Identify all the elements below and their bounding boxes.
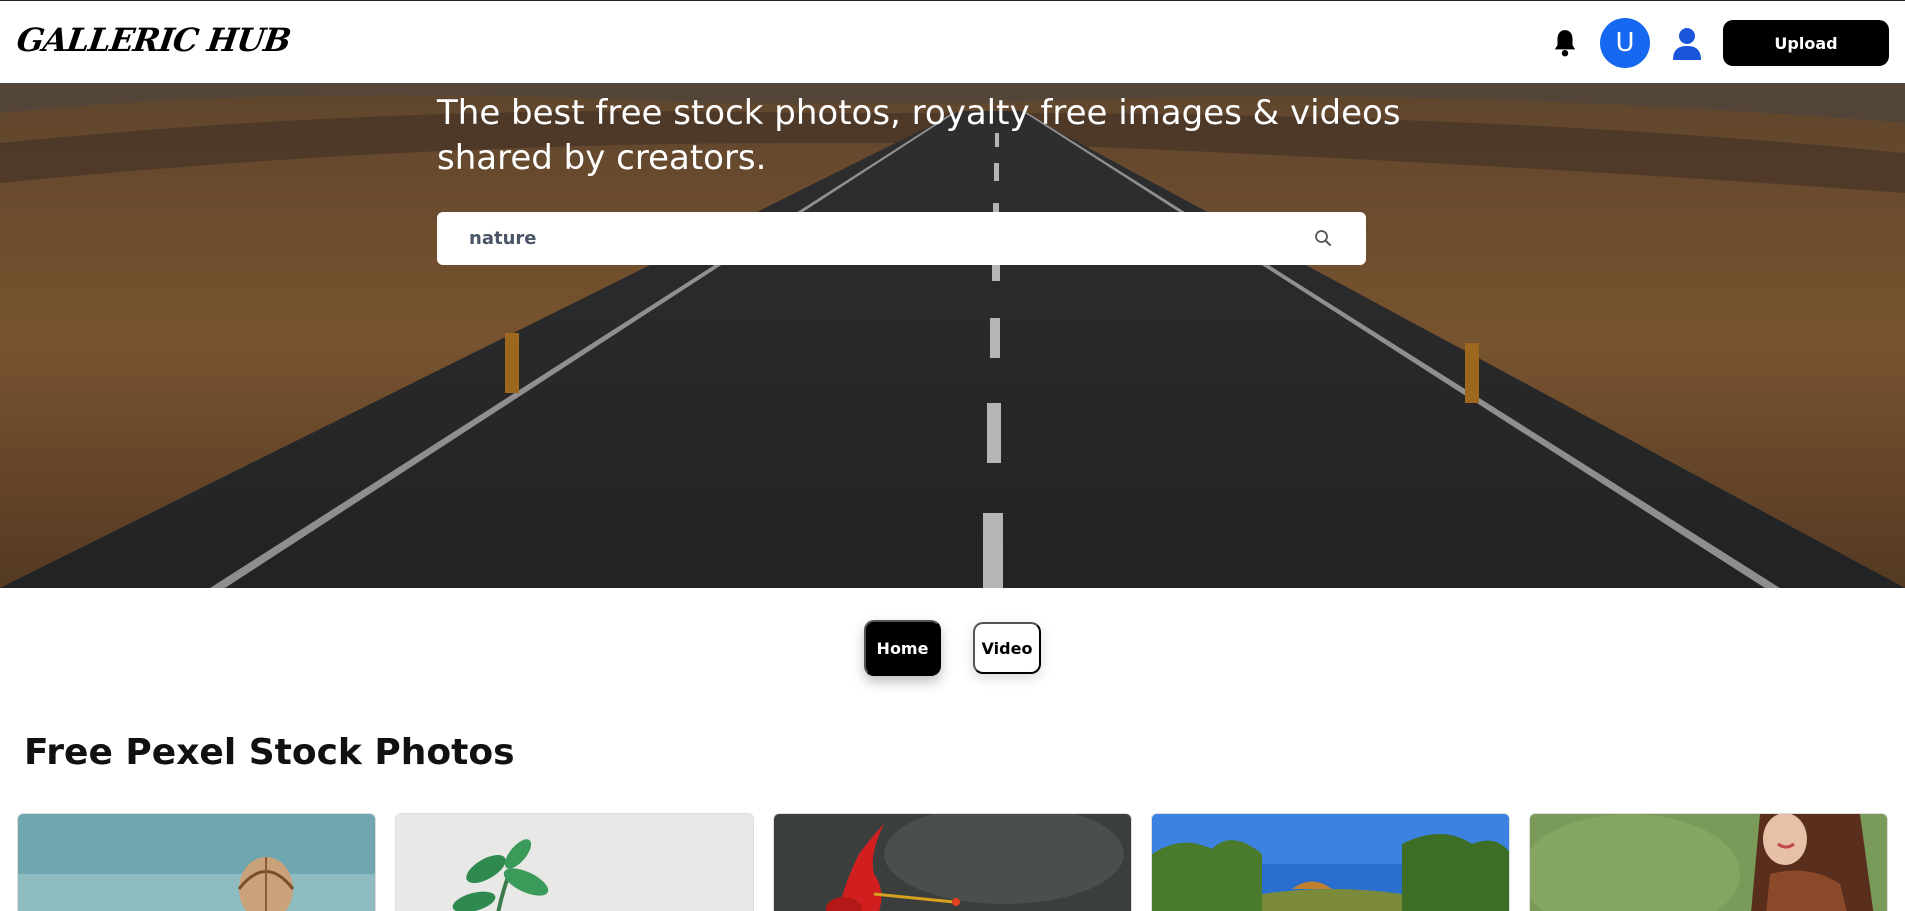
- site-logo[interactable]: GALLERIC HUB: [14, 21, 292, 59]
- section-title: Free Pexel Stock Photos: [24, 732, 515, 773]
- upload-button[interactable]: Upload: [1723, 20, 1889, 66]
- avatar[interactable]: U: [1600, 18, 1650, 68]
- header: GALLERIC HUB U Upload: [0, 1, 1905, 83]
- tab-home[interactable]: Home: [864, 620, 941, 676]
- photo-gallery: [17, 813, 1889, 911]
- photo-card-balloon[interactable]: [17, 813, 376, 911]
- tab-video[interactable]: Video: [973, 622, 1041, 674]
- balloon-photo: [18, 814, 375, 911]
- photo-card-plant[interactable]: [395, 813, 754, 911]
- plant-photo: [396, 814, 753, 911]
- bell-icon[interactable]: [1552, 28, 1578, 58]
- photo-card-flower[interactable]: [773, 813, 1132, 911]
- photo-card-lake[interactable]: [1151, 813, 1510, 911]
- search-icon[interactable]: [1314, 229, 1332, 247]
- search-input[interactable]: [469, 228, 1289, 249]
- user-icon[interactable]: [1671, 27, 1703, 61]
- portrait-photo: [1530, 814, 1887, 911]
- photo-card-portrait[interactable]: [1529, 813, 1888, 911]
- search-bar: [437, 212, 1366, 265]
- category-tabs: Home Video: [864, 620, 1041, 676]
- lake-photo: [1152, 814, 1509, 911]
- hero-banner: The best free stock photos, royalty free…: [0, 83, 1905, 588]
- hero-title: The best free stock photos, royalty free…: [437, 93, 1401, 178]
- flower-photo: [774, 814, 1131, 911]
